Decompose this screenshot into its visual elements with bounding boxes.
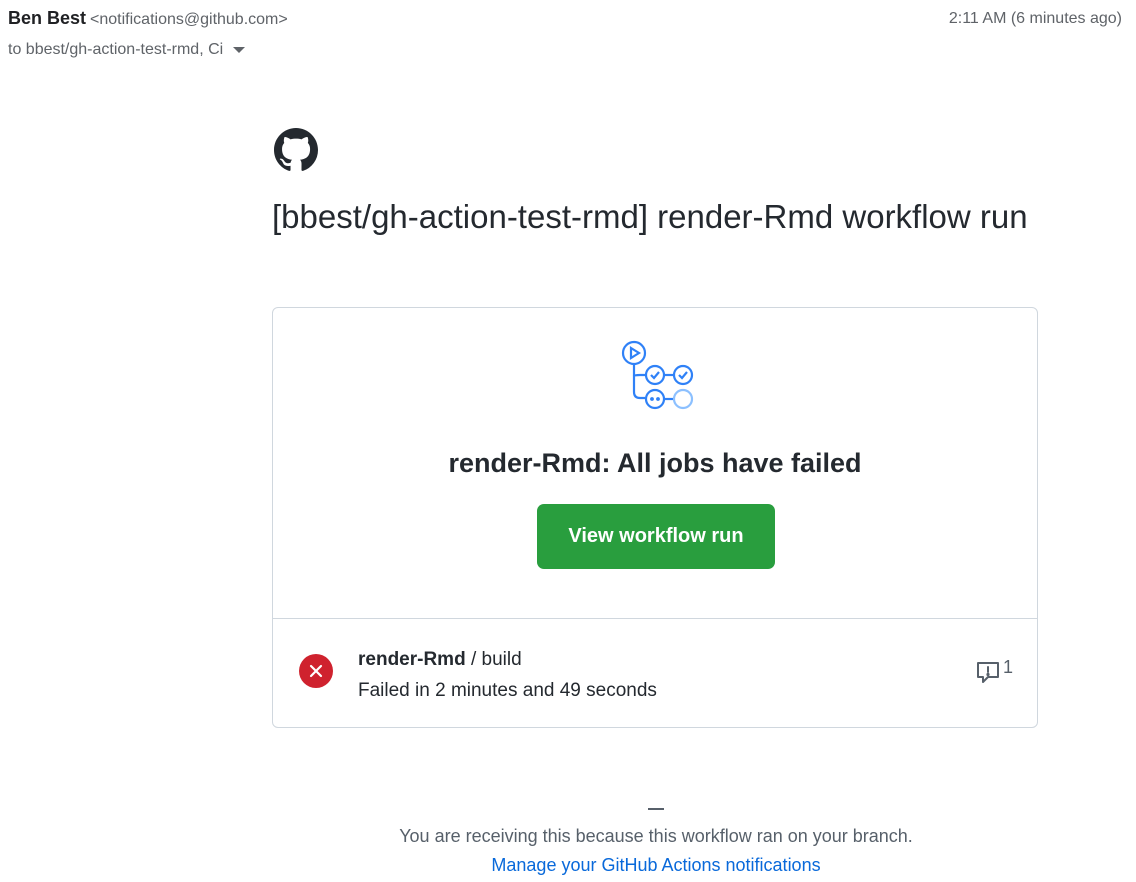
sender-email: <notifications@github.com> [90, 11, 288, 28]
job-separator: / [465, 649, 482, 670]
sender: Ben Best <notifications@github.com> [8, 8, 288, 29]
workflow-card: render-Rmd: All jobs have failed View wo… [272, 307, 1038, 728]
email-title: [bbest/gh-action-test-rmd] render-Rmd wo… [272, 198, 1028, 235]
chevron-down-icon[interactable] [233, 47, 246, 53]
job-step: build [481, 649, 522, 670]
github-logo-icon [274, 128, 318, 171]
email-header: Ben Best <notifications@github.com> 2:11 … [0, 0, 1136, 70]
card-heading: render-Rmd: All jobs have failed [448, 448, 862, 478]
email-timestamp: 2:11 AM (6 minutes ago) [948, 10, 1122, 27]
manage-notifications-link[interactable]: Manage your GitHub Actions notifications [491, 855, 820, 875]
recipients[interactable]: to bbest/gh-action-test-rmd, Ci [8, 41, 246, 59]
card-summary: render-Rmd: All jobs have failed View wo… [273, 308, 1037, 619]
job-name: render-Rmd [358, 649, 466, 670]
job-row[interactable]: render-Rmd / build Failed in 2 minutes a… [273, 619, 1037, 727]
job-status: Failed in 2 minutes and 49 seconds [358, 680, 657, 701]
annotation-count: 1 [1003, 657, 1014, 677]
job-title: render-Rmd / build [358, 649, 522, 671]
annotations[interactable]: 1 [975, 657, 1014, 685]
footer-link-wrapper: Manage your GitHub Actions notifications [0, 855, 1136, 876]
workflow-icon [621, 340, 694, 410]
recipients-label: to bbest/gh-action-test-rmd, Ci [8, 41, 224, 58]
view-workflow-run-button[interactable]: View workflow run [537, 504, 775, 569]
footer-divider [648, 808, 664, 810]
footer-text: You are receiving this because this work… [399, 826, 913, 846]
x-circle-icon [299, 654, 333, 688]
sender-name[interactable]: Ben Best [8, 8, 86, 28]
comment-alert-icon [977, 662, 999, 683]
